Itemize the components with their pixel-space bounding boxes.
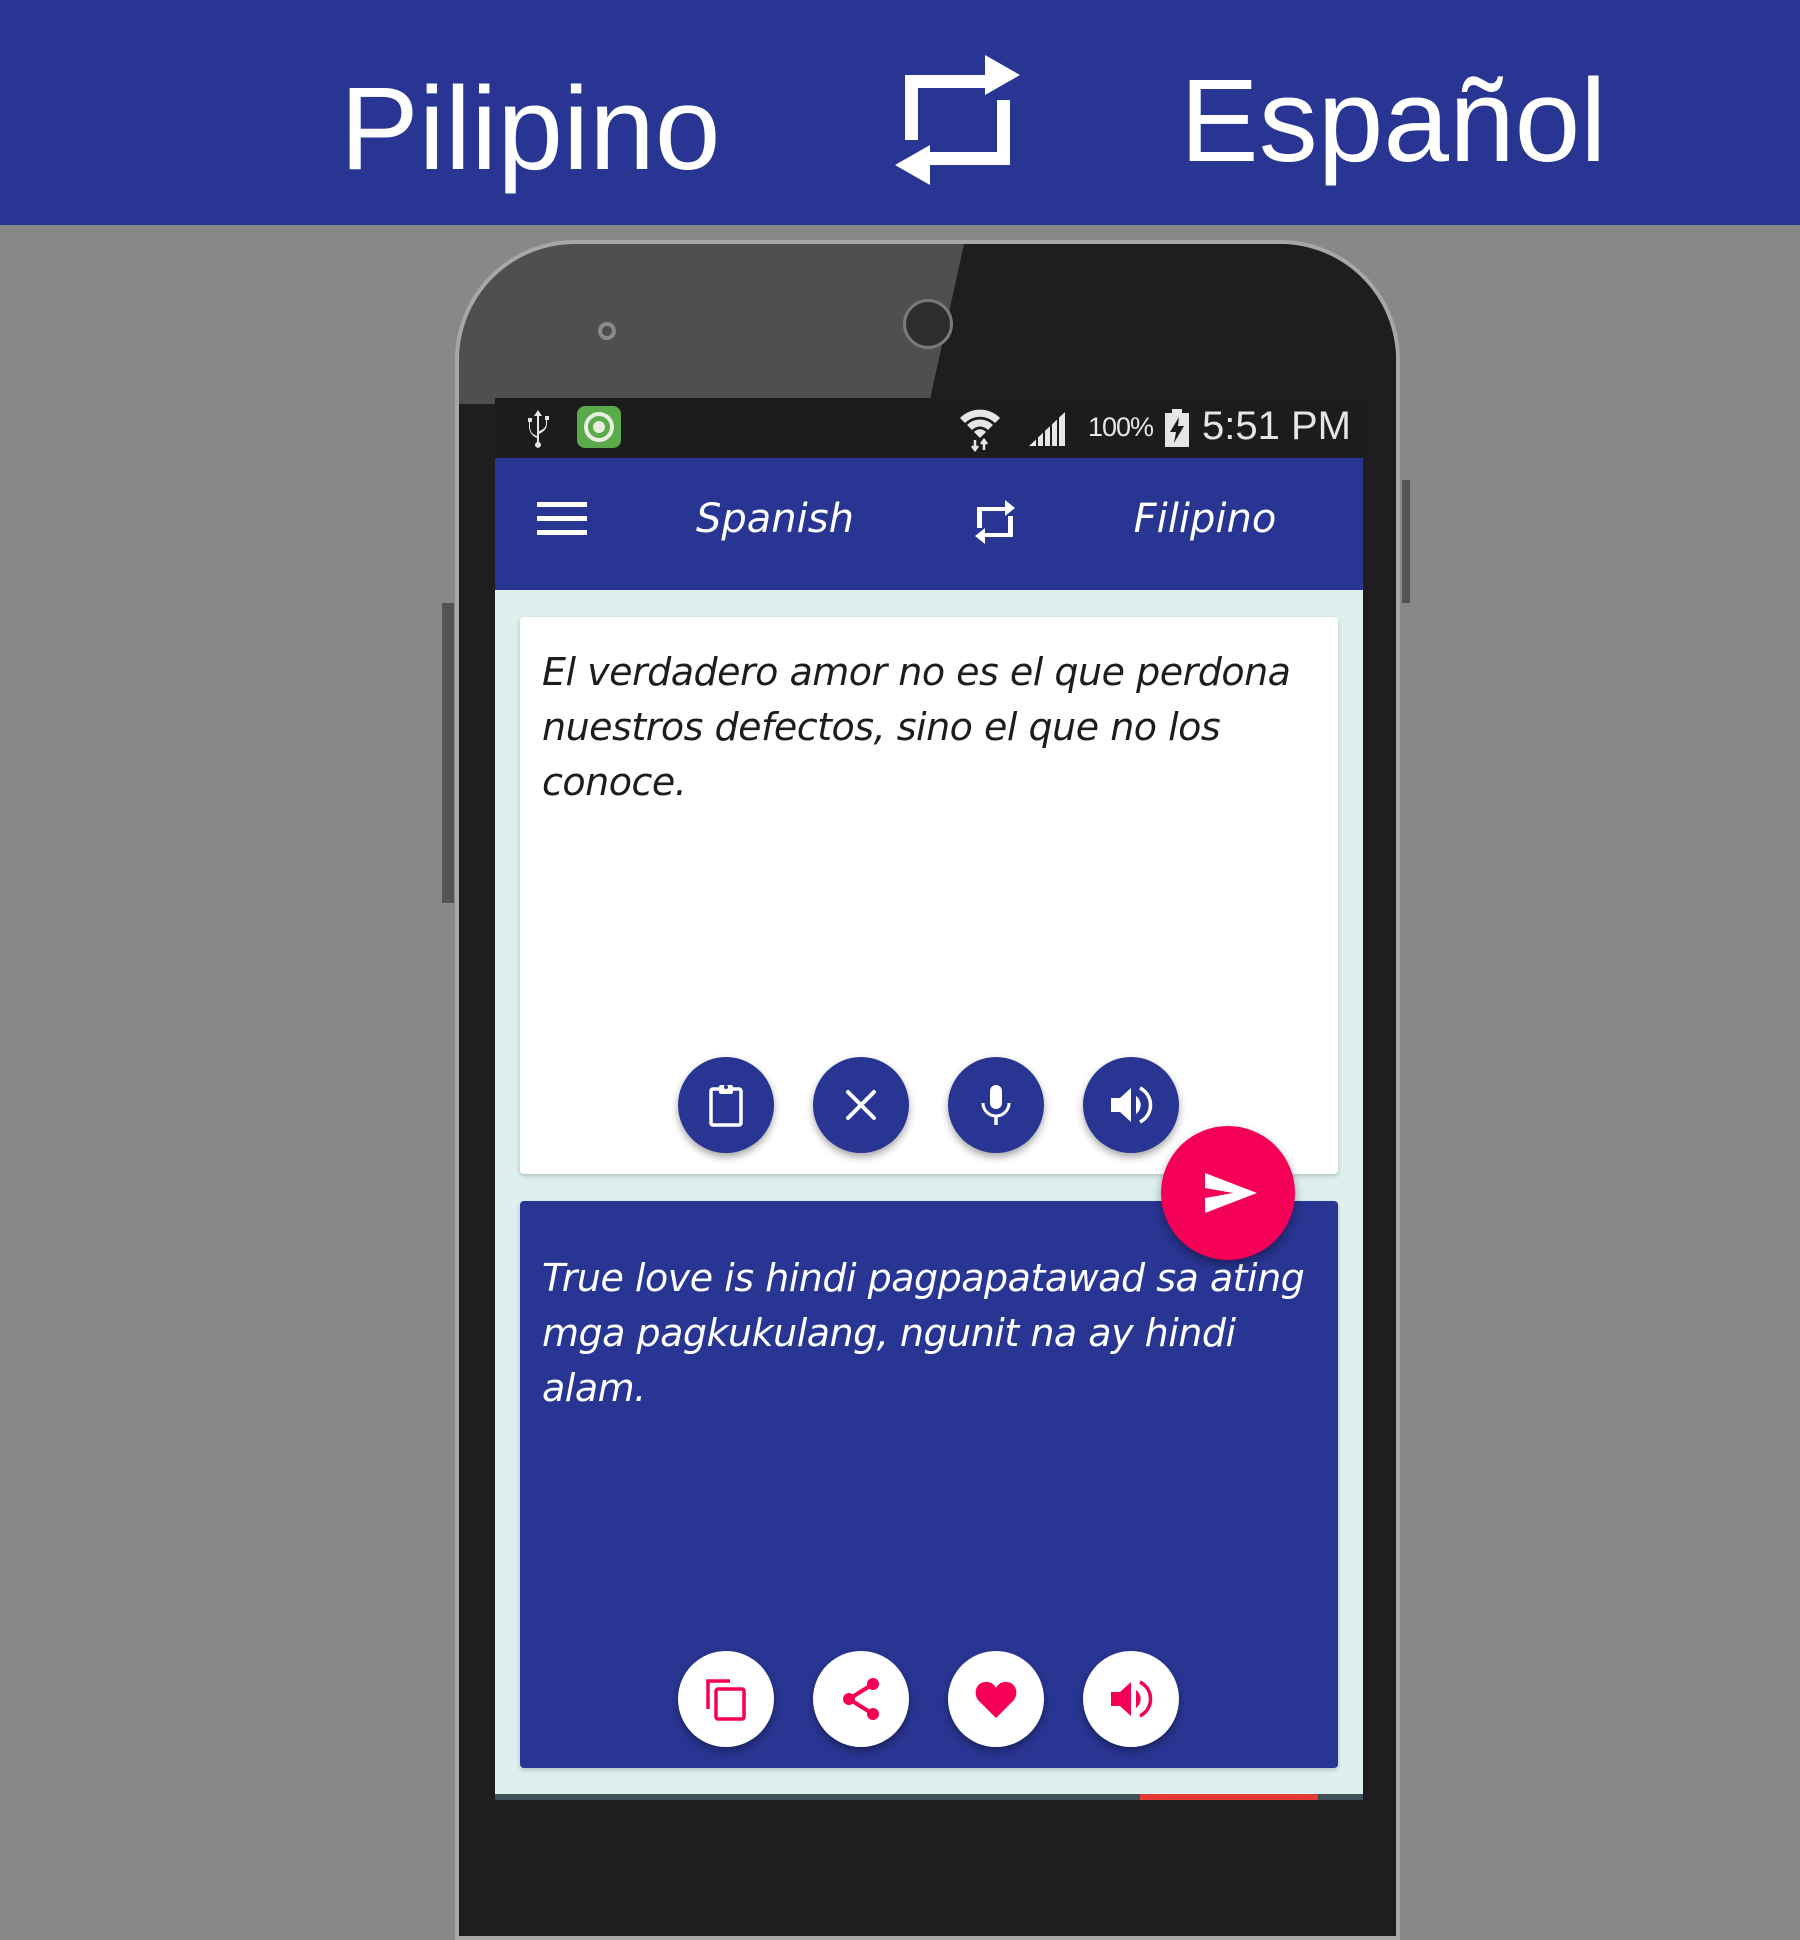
phone-camera [903,299,953,349]
favorite-button[interactable] [948,1651,1044,1747]
speak-source-button[interactable] [1083,1057,1179,1153]
source-text-input[interactable]: El verdadero amor no es el que perdona n… [542,645,1322,810]
close-icon [846,1090,876,1120]
phone-screen: 100% 5:51 PM Spanish Filipino El verdade… [495,398,1363,1800]
clear-button[interactable] [813,1057,909,1153]
clipboard-icon [709,1085,743,1127]
volume-icon [1111,1680,1153,1718]
wifi-icon [960,409,1000,452]
translate-button[interactable] [1161,1126,1295,1260]
bottom-bar-accent [1140,1794,1318,1800]
battery-percentage: 100% [1088,412,1154,442]
banner-left-language: Pilipino [340,63,721,195]
swap-languages-button[interactable] [973,498,1017,546]
phone-volume-button [442,603,454,903]
swap-arrows-icon [895,55,1020,185]
paste-button[interactable] [678,1057,774,1153]
copy-button[interactable] [678,1651,774,1747]
target-language-selector[interactable]: Filipino [1075,496,1335,542]
hamburger-menu-icon[interactable] [537,502,587,542]
battery-charging-icon [1165,409,1189,447]
heart-icon [975,1681,1017,1718]
copy-icon [706,1679,746,1721]
phone-sensor [598,322,616,340]
status-bar: 100% 5:51 PM [495,398,1363,458]
send-icon [1205,1173,1257,1213]
signal-icon [1029,412,1065,446]
microphone-icon [981,1085,1011,1125]
app-notification-icon [577,406,621,448]
promo-banner: Pilipino Español [0,0,1800,225]
speak-translation-button[interactable] [1083,1651,1179,1747]
input-card: El verdadero amor no es el que perdona n… [520,617,1338,1174]
banner-right-language: Español [1180,55,1607,187]
source-language-selector[interactable]: Spanish [675,496,875,542]
app-toolbar: Spanish Filipino [495,458,1363,590]
usb-icon [528,410,549,448]
output-card: True love is hindi pagpapatawad sa ating… [520,1201,1338,1768]
translated-text: True love is hindi pagpapatawad sa ating… [542,1256,1305,1410]
share-button[interactable] [813,1651,909,1747]
status-time: 5:51 PM [1202,404,1351,448]
phone-power-button [1402,480,1410,603]
volume-icon [1111,1086,1153,1124]
share-icon [843,1678,879,1720]
voice-input-button[interactable] [948,1057,1044,1153]
